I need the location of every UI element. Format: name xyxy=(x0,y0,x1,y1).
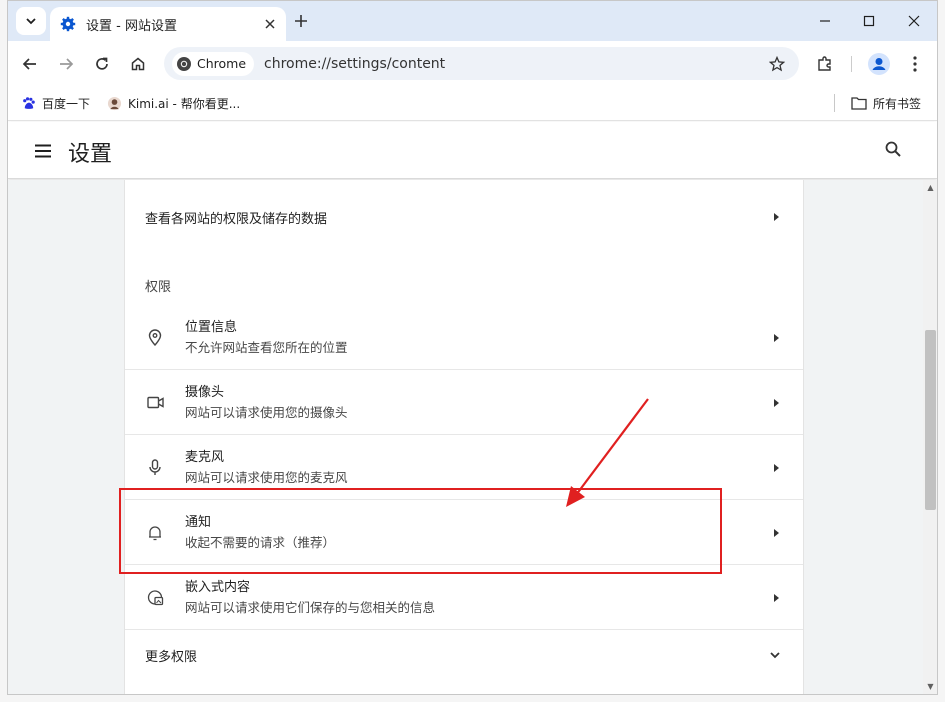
back-button[interactable] xyxy=(16,50,44,78)
arrow-right-icon xyxy=(774,333,779,342)
permission-embedded-content[interactable]: 嵌入式内容 网站可以请求使用它们保存的与您相关的信息 xyxy=(125,566,803,630)
bookmark-star-button[interactable] xyxy=(763,50,791,78)
minimize-button[interactable] xyxy=(805,7,845,35)
tab-strip: 设置 - 网站设置 xyxy=(8,1,937,41)
arrow-right-icon xyxy=(774,463,779,472)
bookmark-kimi[interactable]: Kimi.ai - 帮你看更... xyxy=(106,93,240,113)
camera-icon xyxy=(145,393,165,413)
permission-subtitle: 网站可以请求使用您的麦克风 xyxy=(185,469,348,485)
home-button[interactable] xyxy=(124,50,152,78)
close-window-button[interactable] xyxy=(894,7,934,35)
site-settings-card: 查看各网站的权限及储存的数据 权限 位置信息 不允许网站查看您所在的位置 摄像头… xyxy=(124,180,804,694)
permission-title: 麦克风 xyxy=(185,449,225,465)
page-title: 设置 xyxy=(68,142,113,167)
scrollbar[interactable]: ▲ ▼ xyxy=(923,180,937,694)
permission-location[interactable]: 位置信息 不允许网站查看您所在的位置 xyxy=(125,306,803,370)
tab-search-button[interactable] xyxy=(16,7,46,35)
browser-window: 设置 - 网站设置 Chrome chrome://settings/conte… xyxy=(7,0,938,695)
embedded-content-icon xyxy=(145,588,165,608)
toolbar-divider xyxy=(851,56,852,72)
menu-button[interactable] xyxy=(901,50,929,78)
arrow-right-icon xyxy=(774,528,779,537)
chevron-down-icon xyxy=(770,652,780,659)
toolbar: Chrome chrome://settings/content xyxy=(8,41,937,86)
forward-button[interactable] xyxy=(52,50,80,78)
permission-subtitle: 不允许网站查看您所在的位置 xyxy=(185,339,348,355)
reload-icon xyxy=(96,57,108,70)
permission-title: 摄像头 xyxy=(185,384,225,400)
puzzle-icon xyxy=(818,56,831,71)
star-icon xyxy=(769,55,785,71)
new-tab-button[interactable] xyxy=(290,10,312,32)
arrow-right-icon xyxy=(774,398,779,407)
scrollbar-thumb[interactable] xyxy=(925,330,936,510)
settings-content: 查看各网站的权限及储存的数据 权限 位置信息 不允许网站查看您所在的位置 摄像头… xyxy=(8,180,923,694)
kimi-icon xyxy=(106,95,122,111)
location-pin-icon xyxy=(145,328,165,348)
maximize-icon xyxy=(863,15,875,27)
profile-button[interactable] xyxy=(865,50,893,78)
more-permissions-label: 更多权限 xyxy=(145,649,198,665)
close-icon xyxy=(908,15,920,27)
bookmark-baidu[interactable]: 百度一下 xyxy=(20,93,90,113)
permissions-section-label: 权限 xyxy=(145,280,172,295)
hamburger-menu-icon[interactable] xyxy=(32,140,54,162)
all-bookmarks-label: 所有书签 xyxy=(873,96,922,111)
scroll-down-icon[interactable]: ▼ xyxy=(926,682,935,691)
forward-arrow-icon xyxy=(60,58,74,70)
permission-subtitle: 网站可以请求使用它们保存的与您相关的信息 xyxy=(185,599,436,615)
arrow-right-icon xyxy=(774,593,779,602)
chevron-down-icon xyxy=(26,18,36,25)
settings-gear-icon xyxy=(60,16,76,32)
site-data-link[interactable]: 查看各网站的权限及储存的数据 xyxy=(125,194,803,240)
scroll-up-icon[interactable]: ▲ xyxy=(926,183,935,192)
tab-title: 设置 - 网站设置 xyxy=(86,18,177,34)
arrow-right-icon xyxy=(774,213,779,221)
maximize-button[interactable] xyxy=(849,7,889,35)
chip-label: Chrome xyxy=(197,56,247,71)
plus-icon xyxy=(295,15,307,27)
site-data-label: 查看各网站的权限及储存的数据 xyxy=(145,211,328,227)
all-bookmarks-button[interactable]: 所有书签 xyxy=(851,93,921,113)
bookmarks-divider xyxy=(834,94,835,112)
bookmark-label: Kimi.ai - 帮你看更... xyxy=(128,96,241,111)
bookmark-label: 百度一下 xyxy=(42,96,91,111)
settings-header: 设置 xyxy=(8,122,937,179)
folder-icon xyxy=(851,95,867,111)
chrome-logo-icon xyxy=(177,56,191,71)
minimize-icon xyxy=(820,20,830,22)
back-arrow-icon xyxy=(22,58,36,70)
reload-button[interactable] xyxy=(88,50,116,78)
more-permissions-expander[interactable]: 更多权限 xyxy=(125,625,803,685)
annotation-highlight-box xyxy=(119,488,722,574)
search-icon[interactable] xyxy=(884,140,906,162)
chrome-chip[interactable]: Chrome xyxy=(172,51,255,76)
url-text[interactable]: chrome://settings/content xyxy=(264,56,763,72)
extensions-button[interactable] xyxy=(811,50,839,78)
bookmarks-bar: 百度一下 Kimi.ai - 帮你看更... 所有书签 xyxy=(8,86,937,121)
home-icon xyxy=(131,57,145,71)
permission-title: 嵌入式内容 xyxy=(185,579,251,595)
permission-camera[interactable]: 摄像头 网站可以请求使用您的摄像头 xyxy=(125,371,803,435)
more-vert-icon xyxy=(913,56,917,72)
address-bar[interactable]: Chrome chrome://settings/content xyxy=(164,47,799,80)
microphone-icon xyxy=(145,458,165,478)
avatar-icon xyxy=(868,53,890,75)
close-tab-icon[interactable] xyxy=(260,14,280,34)
baidu-icon xyxy=(20,95,36,111)
permission-title: 位置信息 xyxy=(185,319,238,335)
tab-settings[interactable]: 设置 - 网站设置 xyxy=(50,7,286,41)
permission-subtitle: 网站可以请求使用您的摄像头 xyxy=(185,404,348,420)
